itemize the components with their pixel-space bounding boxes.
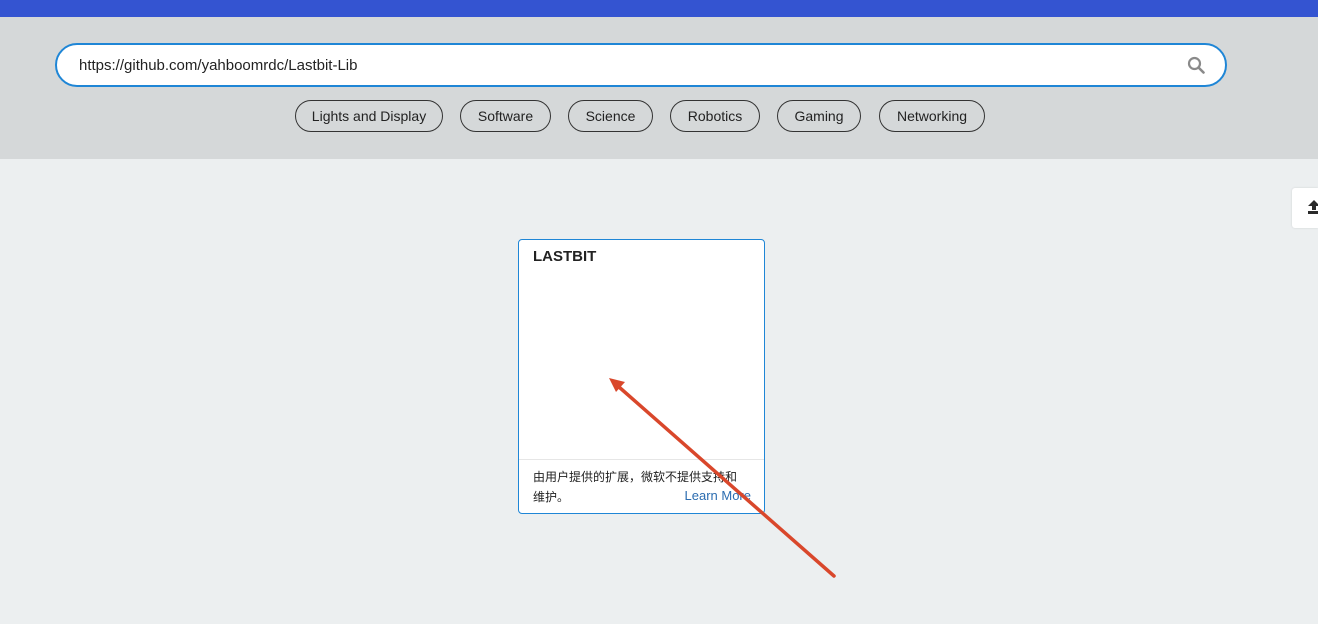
learn-more-link[interactable]: Learn More xyxy=(685,488,751,503)
search-box[interactable] xyxy=(55,43,1227,87)
header: Lights and Display Software Science Robo… xyxy=(0,17,1318,159)
chip-robotics[interactable]: Robotics xyxy=(670,100,760,132)
chip-science[interactable]: Science xyxy=(568,100,653,132)
chip-lights-and-display[interactable]: Lights and Display xyxy=(295,100,443,132)
extension-card[interactable]: LASTBIT 由用户提供的扩展，微软不提供支持和维护。 Learn More xyxy=(518,239,765,514)
top-bar xyxy=(0,0,1318,17)
search-input[interactable] xyxy=(79,45,1159,85)
card-footer: 由用户提供的扩展，微软不提供支持和维护。 Learn More xyxy=(519,459,764,513)
chip-networking[interactable]: Networking xyxy=(879,100,985,132)
search-icon[interactable] xyxy=(1187,56,1205,74)
side-tab[interactable] xyxy=(1292,188,1318,228)
upload-icon xyxy=(1308,200,1318,214)
chip-software[interactable]: Software xyxy=(460,100,551,132)
category-chips: Lights and Display Software Science Robo… xyxy=(0,100,1318,132)
card-title: LASTBIT xyxy=(533,248,597,265)
chip-gaming[interactable]: Gaming xyxy=(777,100,861,132)
